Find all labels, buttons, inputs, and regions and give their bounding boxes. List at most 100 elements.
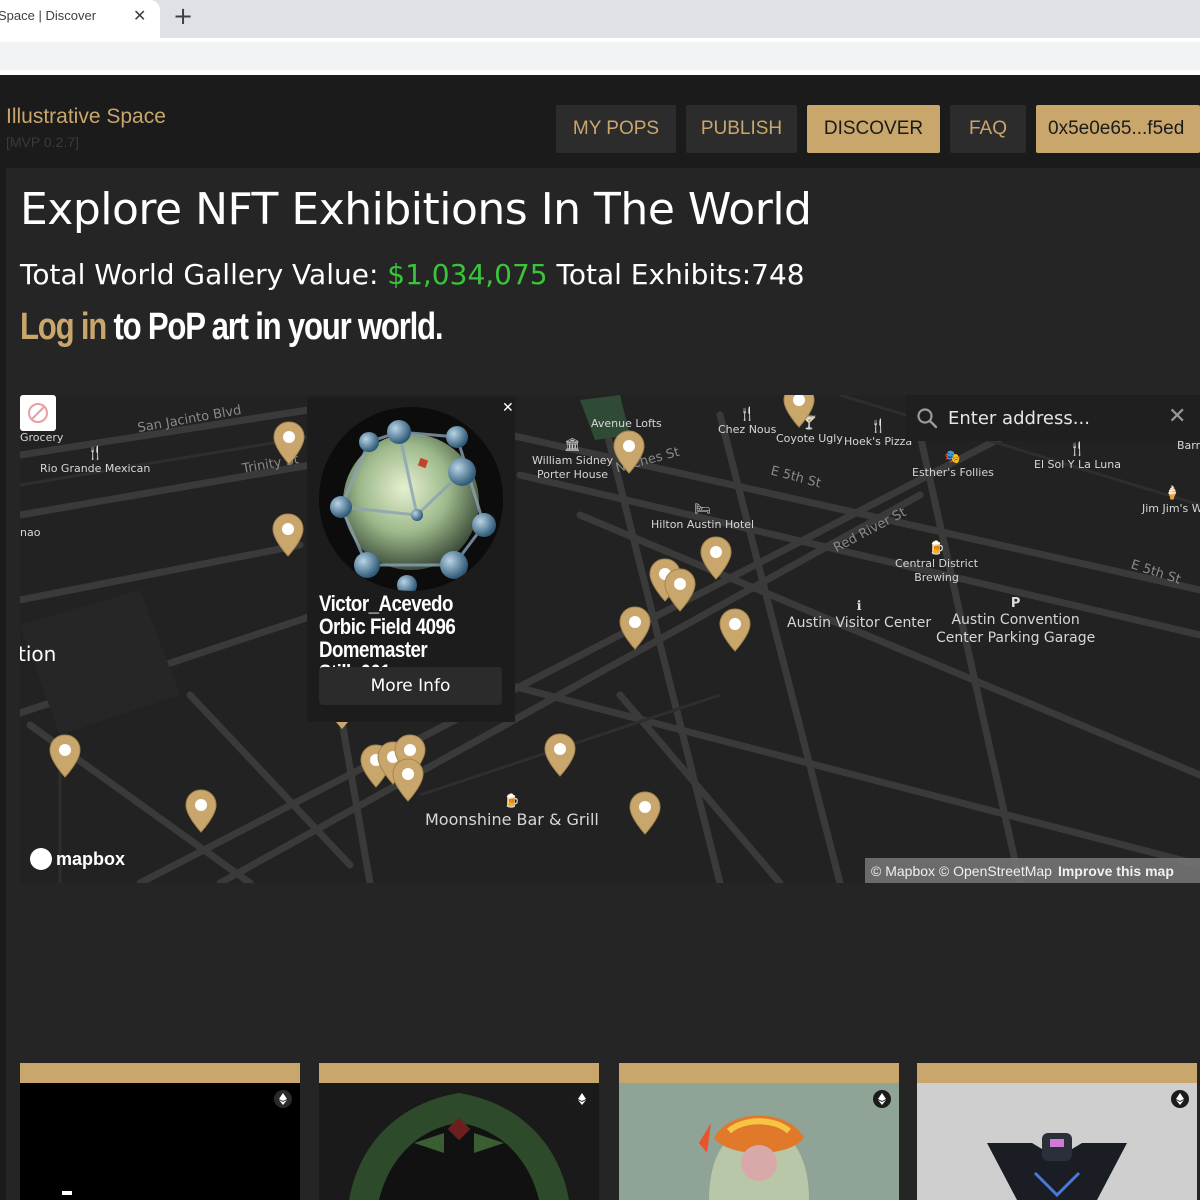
search-icon <box>917 408 938 429</box>
login-link[interactable]: Log in <box>20 306 107 348</box>
card-image[interactable] <box>319 1083 599 1200</box>
nav-faq-button[interactable]: FAQ <box>950 105 1026 153</box>
stats-line: Total World Gallery Value: $1,034,075 To… <box>20 258 805 291</box>
beer-icon: 🍺 <box>503 794 521 809</box>
theatre-icon: 🎭 <box>944 450 962 465</box>
map-pin-icon[interactable] <box>782 395 816 429</box>
poi-mao: nao <box>20 526 41 539</box>
wallet-address-button[interactable]: 0x5e0e65...f5ed <box>1036 105 1200 153</box>
poi-hilton[interactable]: 🛏 Hilton Austin Hotel <box>651 503 754 532</box>
map-pin-icon[interactable] <box>391 757 425 803</box>
version-label: [MVP 0.2.7] <box>6 134 79 150</box>
poi-chez-nous[interactable]: 🍴 Chez Nous <box>718 408 776 437</box>
brand-name[interactable]: Illustrative Space <box>6 105 166 129</box>
poi-grocery[interactable]: Grocery <box>20 431 63 445</box>
poi-el-sol[interactable]: 🍴 El Sol Y La Luna <box>1034 443 1121 472</box>
map-pin-icon[interactable] <box>699 535 733 581</box>
poi-central-district[interactable]: 🍺 Central District Brewing <box>895 542 978 585</box>
card-image[interactable] <box>917 1083 1197 1200</box>
poi-esthers[interactable]: 🎭 Esther's Follies <box>912 451 994 480</box>
poi-convention-garage[interactable]: P Austin Convention Center Parking Garag… <box>936 597 1095 647</box>
map-view[interactable]: San Jacinto Blvd Trinity St Neches St E … <box>20 395 1200 883</box>
tab-title: Space | Discover <box>0 8 97 23</box>
map-pin-icon[interactable] <box>271 512 305 558</box>
browser-tab[interactable]: Space | Discover ✕ <box>0 0 160 38</box>
tab-close-icon[interactable]: ✕ <box>133 6 146 25</box>
exhibit-card-2[interactable] <box>319 1063 599 1200</box>
poi-rio-grande[interactable]: 🍴 Rio Grande Mexican <box>40 447 150 476</box>
parking-icon: P <box>1010 596 1021 611</box>
more-info-button[interactable]: More Info <box>319 667 502 705</box>
map-pin-icon[interactable] <box>628 790 662 836</box>
gallery-value: $1,034,075 <box>387 258 548 291</box>
address-field[interactable] <box>0 42 1200 70</box>
card-header <box>917 1063 1197 1083</box>
new-tab-icon[interactable]: + <box>173 2 193 30</box>
map-pin-icon[interactable] <box>612 429 646 475</box>
bed-icon: 🛏 <box>694 502 711 517</box>
browser-address-bar <box>0 38 1200 75</box>
ethereum-icon <box>573 1090 591 1108</box>
exhibit-card-1[interactable] <box>20 1063 300 1200</box>
map-pin-icon[interactable] <box>184 788 218 834</box>
cocktail-icon: 🍦 <box>1164 486 1181 501</box>
map-pin-icon[interactable] <box>618 605 652 651</box>
poi-william-sidney[interactable]: 🏛 William Sidney Porter House <box>532 439 613 482</box>
map-search-box: ✕ <box>906 395 1200 441</box>
museum-icon: 🏛 <box>564 438 581 453</box>
login-prompt: Log in to PoP art in your world. <box>20 306 444 349</box>
card-image[interactable] <box>20 1083 300 1200</box>
map-pin-icon[interactable] <box>663 567 697 613</box>
exhibit-card-3[interactable] <box>619 1063 899 1200</box>
fork-knife-icon: 🍴 <box>87 446 104 461</box>
nft-thumbnail[interactable] <box>319 407 503 591</box>
exhibit-card-4[interactable] <box>917 1063 1197 1200</box>
ethereum-icon <box>873 1090 891 1108</box>
poi-barr[interactable]: Barr <box>1177 439 1200 453</box>
side-text: tion <box>20 642 57 666</box>
page-title: Explore NFT Exhibitions In The World <box>20 184 812 235</box>
attribution-text[interactable]: © Mapbox © OpenStreetMap <box>871 863 1052 879</box>
beer-icon: 🍺 <box>928 541 945 556</box>
map-pin-icon[interactable] <box>272 420 306 466</box>
mapbox-logo[interactable]: mapbox <box>30 848 125 870</box>
popup-close-icon[interactable]: ✕ <box>502 400 514 416</box>
card-header <box>619 1063 899 1083</box>
address-search-input[interactable] <box>948 404 1168 432</box>
search-clear-icon[interactable]: ✕ <box>1168 404 1186 429</box>
mapbox-logo-icon <box>30 848 52 870</box>
nav-my-pops-button[interactable]: MY POPS <box>556 105 676 153</box>
card-header <box>319 1063 599 1083</box>
compass-icon <box>28 403 48 423</box>
browser-tab-bar: Space | Discover ✕ + <box>0 0 1200 38</box>
poi-hoeks[interactable]: 🍴 Hoek's Pizza <box>844 420 912 449</box>
poi-moonshine[interactable]: 🍺 Moonshine Bar & Grill <box>425 795 599 830</box>
map-attribution: © Mapbox © OpenStreetMap Improve this ma… <box>865 858 1200 883</box>
popup-anchor <box>336 722 348 729</box>
poi-jim-jims[interactable]: 🍦 Jim Jim's W <box>1142 487 1200 516</box>
nav-discover-button[interactable]: DISCOVER <box>807 105 940 153</box>
fork-knife-icon: 🍴 <box>739 407 756 422</box>
map-pin-icon[interactable] <box>543 732 577 778</box>
nft-popup: ✕ Victor_Acevedo Orbic Field 4096 Domema… <box>307 397 515 722</box>
card-header <box>20 1063 300 1083</box>
improve-map-link[interactable]: Improve this map <box>1058 863 1174 879</box>
map-pin-icon[interactable] <box>718 607 752 653</box>
compass-button[interactable] <box>20 395 56 431</box>
card-art <box>349 1093 569 1200</box>
ethereum-icon <box>1171 1090 1189 1108</box>
exhibits-count: 748 <box>751 258 805 291</box>
gallery-value-label: Total World Gallery Value: <box>20 258 388 291</box>
login-prompt-text: to PoP art in your world. <box>106 306 443 348</box>
card-image[interactable] <box>619 1083 899 1200</box>
poi-visitor-center[interactable]: ℹ Austin Visitor Center <box>787 600 931 633</box>
card-art <box>699 1115 809 1200</box>
fork-knife-icon: 🍴 <box>1069 442 1086 457</box>
exhibits-label: Total Exhibits: <box>547 258 752 291</box>
map-pin-icon[interactable] <box>48 733 82 779</box>
nav-publish-button[interactable]: PUBLISH <box>686 105 797 153</box>
ethereum-icon <box>274 1090 292 1108</box>
info-icon: ℹ <box>856 599 862 614</box>
card-art <box>62 1191 72 1195</box>
nft-artwork <box>319 407 503 591</box>
